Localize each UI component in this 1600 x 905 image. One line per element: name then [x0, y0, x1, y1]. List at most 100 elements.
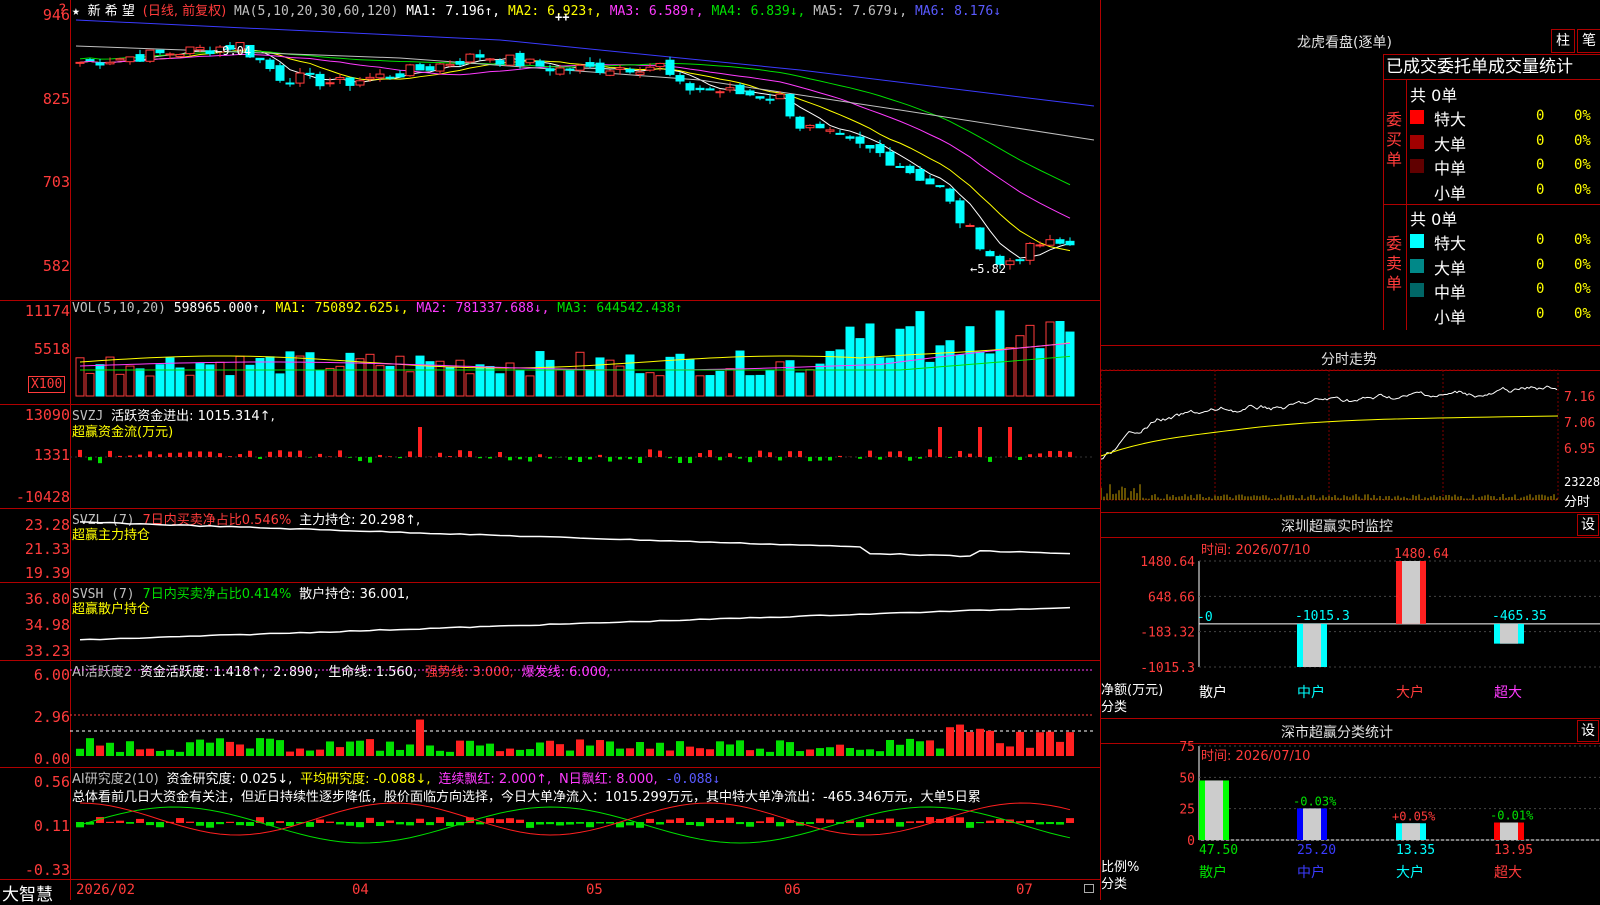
candle-body [436, 64, 444, 71]
ai2-bar [726, 818, 734, 823]
volume-bar [146, 376, 154, 396]
buy-side-label: 委买单 [1386, 110, 1404, 170]
volume-bar [876, 358, 884, 396]
svzj-bar [458, 450, 462, 457]
ai1-bar [796, 751, 804, 756]
ai2-bar [1066, 818, 1074, 823]
svzj-bar [248, 451, 252, 457]
ai1-bar [376, 751, 384, 756]
sz-class-panel[interactable]: 深市超赢分类统计 设 时间: 2026/07/10 比例% 分类 7550250… [1101, 719, 1600, 900]
volume-bar [736, 351, 744, 396]
price-pane[interactable]: ★ 新 希 望 (日线, 前复权) MA(5,10,20,30,60,120) … [0, 0, 1100, 301]
longhu-panel[interactable]: 龙虎看盘(逐单) 柱 笔 已成交委托单成交量统计 委买单 委卖单 共 0单特大0… [1101, 0, 1600, 346]
volume-bar [156, 365, 164, 396]
candle-body [606, 71, 614, 75]
ai-research-pane[interactable]: AI研究度2(10) 资金研究度: 0.025↓, 平均研究度: -0.088↓… [0, 767, 1100, 879]
svsh-pane[interactable]: SVSH (7) 7日内买卖净占比0.414% 散户持仓: 36.001, 超赢… [0, 582, 1100, 661]
candle-body [106, 62, 114, 64]
candle-body [96, 63, 104, 65]
svzj-bar [878, 457, 882, 460]
szm-category-label: 大户 [1396, 684, 1424, 701]
sz-monitor-chart: 1480.64648.66-183.32-1015.3-0散户-1015.3中户… [1101, 513, 1600, 718]
szm-y-tick: 1480.64 [1140, 555, 1195, 570]
ai2-bar [746, 822, 754, 827]
fenshi-chart[interactable] [1101, 346, 1600, 512]
ai1-bar [286, 752, 294, 756]
ai1-bar [176, 752, 184, 756]
szc-bar-inner [1205, 780, 1223, 840]
candlestick-chart[interactable] [0, 0, 1100, 300]
svzj-bar [708, 450, 712, 457]
candle-body [746, 91, 754, 95]
bar-mode-button[interactable]: 柱 [1551, 29, 1575, 53]
svzj-bar [788, 451, 792, 457]
svzj-bar [208, 452, 212, 457]
szm-y-tick: 648.66 [1148, 590, 1195, 605]
order-size-label: 特大 [1434, 106, 1466, 130]
ai1-bar [1006, 746, 1014, 756]
svzj-bar [578, 457, 582, 462]
candle-body [796, 117, 804, 128]
low-label: ←5.82 [970, 262, 1006, 276]
ai1-bar [736, 740, 744, 756]
candle-body [676, 76, 684, 81]
candle-body [146, 50, 154, 61]
ai1-bar [546, 741, 554, 756]
volume-bar [986, 354, 994, 396]
svzl-line [80, 522, 1070, 557]
ai1-bar [1046, 732, 1054, 756]
volume-bar [566, 370, 574, 396]
ai-activity-pane[interactable]: AI活跃度2 资金活跃度: 1.418↑, 2.890, 生命线: 1.560,… [0, 660, 1100, 768]
candle-body [346, 78, 354, 85]
sz-monitor-panel[interactable]: 深圳超赢实时监控 设 时间: 2026/07/10 净额(万元) 分类 1480… [1101, 513, 1600, 719]
svzj-bar [448, 456, 452, 457]
volume-bar [536, 352, 544, 396]
ai1-bar [776, 740, 784, 756]
volume-bar [556, 370, 564, 396]
svzj-bar [628, 457, 632, 459]
szc-y-tick: 75 [1179, 740, 1195, 755]
volume-bar [746, 376, 754, 396]
szc-change-label: -0.03% [1293, 794, 1337, 808]
volume-pane[interactable]: VOL(5,10,20) 598965.000↑, MA1: 750892.62… [0, 300, 1100, 405]
tick-mode-button[interactable]: 笔 [1577, 29, 1600, 53]
svzj-bar [388, 456, 392, 457]
ai2-bar [586, 822, 594, 827]
ai2-bar [446, 822, 454, 826]
ai1-bar [446, 752, 454, 756]
svzl-pane[interactable]: SVZL (7) 7日内买卖净占比0.546% 主力持仓: 20.298↑, 超… [0, 508, 1100, 583]
candle-body [1006, 261, 1014, 265]
volume-bar [946, 341, 954, 396]
candle-body [76, 62, 84, 63]
order-count: 0 [1536, 232, 1544, 248]
volume-bar [336, 366, 344, 396]
kline-area[interactable]: ★ 新 希 望 (日线, 前复权) MA(5,10,20,30,60,120) … [0, 0, 1100, 900]
svzj-chart [0, 404, 1100, 508]
ai2-bar [316, 819, 324, 823]
svzj-bar [278, 450, 282, 457]
volume-bar [766, 370, 774, 396]
ai1-bar [566, 751, 574, 756]
ai2-bar [286, 822, 294, 826]
volume-bar [676, 354, 684, 396]
fenshi-panel[interactable]: 分时走势 7.16 7.06 6.95 23228 分时 [1101, 346, 1600, 513]
candle-body [526, 59, 534, 63]
lock-icon[interactable] [1084, 884, 1094, 893]
volume-bar [866, 324, 874, 396]
ai2-bar [766, 817, 774, 823]
candle-body [556, 68, 564, 74]
ai1-bar [956, 725, 964, 756]
high-label: ←9.04 [215, 44, 251, 58]
ai2-bar [396, 822, 404, 824]
order-percent: 0% [1574, 157, 1591, 173]
ai1-bar [416, 720, 424, 756]
ai1-bar [526, 749, 534, 756]
szc-category-label: 超大 [1494, 865, 1522, 881]
ai2-bar [556, 822, 564, 825]
volume-bar [406, 372, 414, 396]
volume-bar [366, 354, 374, 396]
svzj-pane[interactable]: SVZJ 活跃资金进出: 1015.314↑, 超赢资金流(万元) 13090 … [0, 404, 1100, 509]
ai1-bar [916, 741, 924, 756]
svzj-bar [358, 457, 362, 461]
candle-body [766, 99, 774, 100]
